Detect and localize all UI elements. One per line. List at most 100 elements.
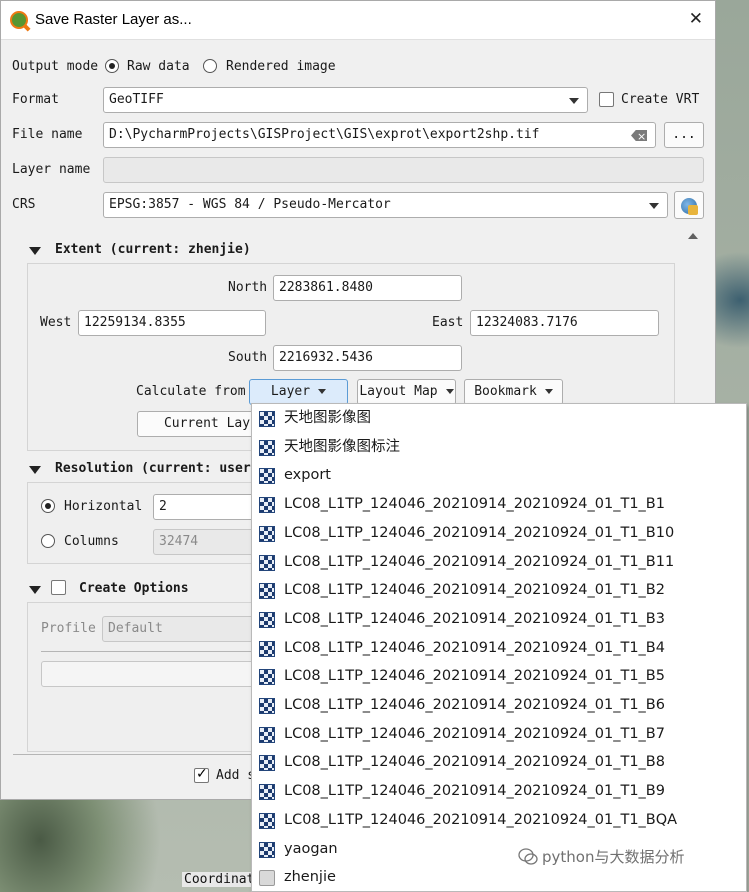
west-label: West <box>40 315 72 330</box>
menu-item[interactable]: export <box>252 461 746 490</box>
bookmark-button[interactable]: Bookmark <box>464 379 563 405</box>
menu-item[interactable]: LC08_L1TP_124046_20210914_20210924_01_T1… <box>252 806 746 835</box>
calculate-from-label: Calculate from <box>136 384 246 399</box>
menu-item[interactable]: LC08_L1TP_124046_20210914_20210924_01_T1… <box>252 576 746 605</box>
menu-item[interactable]: LC08_L1TP_124046_20210914_20210924_01_T1… <box>252 490 746 519</box>
divider <box>41 651 261 652</box>
crs-globe-icon <box>681 198 698 215</box>
close-button[interactable]: ✕ <box>689 9 703 29</box>
north-input[interactable]: 2283861.8480 <box>273 275 462 301</box>
clear-icon[interactable] <box>631 130 647 141</box>
horizontal-label: Horizontal <box>64 499 143 514</box>
mesh-icon <box>259 870 275 887</box>
menu-item[interactable]: 天地图影像图 <box>252 404 746 433</box>
watermark-text: python与大数据分析 <box>542 848 685 866</box>
file-name-value: D:\PycharmProjects\GISProject\GIS\exprot… <box>109 127 540 142</box>
create-vrt-label: Create VRT <box>621 92 700 107</box>
rendered-image-radio[interactable] <box>203 59 217 73</box>
qgis-logo-icon <box>10 11 28 29</box>
menu-item[interactable]: 天地图影像图标注 <box>252 433 746 462</box>
raster-icon <box>259 554 275 571</box>
browse-button[interactable]: ... <box>664 122 704 148</box>
menu-item-label: LC08_L1TP_124046_20210914_20210924_01_T1… <box>284 668 665 685</box>
menu-item[interactable]: LC08_L1TP_124046_20210914_20210924_01_T1… <box>252 777 746 806</box>
raster-icon <box>259 812 275 829</box>
add-to-project-label: Add s <box>216 768 256 783</box>
menu-item-label: yaogan <box>284 840 338 857</box>
layout-map-button[interactable]: Layout Map <box>357 379 456 405</box>
crs-combo[interactable]: EPSG:3857 - WGS 84 / Pseudo-Mercator <box>103 192 668 218</box>
menu-item-label: export <box>284 467 331 484</box>
menu-item-label: LC08_L1TP_124046_20210914_20210924_01_T1… <box>284 610 665 627</box>
create-options-title[interactable]: Create Options <box>79 581 189 596</box>
horizontal-radio[interactable] <box>41 499 55 513</box>
menu-item[interactable]: zhenjie <box>252 863 746 892</box>
menu-item[interactable]: LC08_L1TP_124046_20210914_20210924_01_T1… <box>252 605 746 634</box>
menu-item-label: LC08_L1TP_124046_20210914_20210924_01_T1… <box>284 783 665 800</box>
raster-icon <box>259 611 275 628</box>
menu-item-label: LC08_L1TP_124046_20210914_20210924_01_T1… <box>284 697 665 713</box>
menu-item-label: zhenjie <box>284 869 336 886</box>
east-label: East <box>432 315 464 330</box>
layer-dropdown-button[interactable]: Layer <box>249 379 348 405</box>
layer-name-label: Layer name <box>12 162 91 177</box>
bookmark-label: Bookmark <box>474 384 537 399</box>
menu-item[interactable]: LC08_L1TP_124046_20210914_20210924_01_T1… <box>252 548 746 577</box>
raw-data-radio[interactable] <box>105 59 119 73</box>
raster-icon <box>259 525 275 542</box>
collapse-triangle-icon[interactable] <box>29 586 41 594</box>
layer-name-input[interactable] <box>103 157 704 183</box>
collapse-triangle-icon[interactable] <box>29 466 41 474</box>
menu-item[interactable]: LC08_L1TP_124046_20210914_20210924_01_T1… <box>252 691 746 720</box>
output-mode-label: Output mode <box>12 59 99 74</box>
menu-item[interactable]: LC08_L1TP_124046_20210914_20210924_01_T1… <box>252 720 746 749</box>
menu-item-label: LC08_L1TP_124046_20210914_20210924_01_T1… <box>284 582 665 599</box>
raster-icon <box>259 841 275 858</box>
raster-icon <box>259 411 275 427</box>
raster-icon <box>259 784 275 801</box>
menu-item[interactable]: LC08_L1TP_124046_20210914_20210924_01_T1… <box>252 748 746 777</box>
profile-combo[interactable]: Default <box>102 616 262 642</box>
menu-item[interactable]: LC08_L1TP_124046_20210914_20210924_01_T1… <box>252 519 746 548</box>
menu-item[interactable]: LC08_L1TP_124046_20210914_20210924_01_T1… <box>252 662 746 691</box>
raster-icon <box>259 468 275 485</box>
east-input[interactable]: 12324083.7176 <box>470 310 659 336</box>
profile-label: Profile <box>41 621 96 636</box>
options-table <box>41 661 261 687</box>
raster-icon <box>259 669 275 686</box>
file-name-input[interactable]: D:\PycharmProjects\GISProject\GIS\exprot… <box>103 122 656 148</box>
format-value: GeoTIFF <box>109 92 164 107</box>
chevron-down-icon <box>544 389 553 394</box>
scroll-up-icon[interactable] <box>688 233 698 239</box>
menu-item-label: 天地图影像图 <box>284 410 371 426</box>
raster-icon <box>259 439 275 456</box>
wechat-icon <box>518 848 538 865</box>
rendered-image-label: Rendered image <box>226 59 336 74</box>
raw-data-label: Raw data <box>127 59 190 74</box>
columns-label: Columns <box>64 534 119 549</box>
create-options-checkbox[interactable] <box>51 580 66 595</box>
format-combo[interactable]: GeoTIFF <box>103 87 588 113</box>
menu-item-label: LC08_L1TP_124046_20210914_20210924_01_T1… <box>284 553 675 570</box>
chevron-down-icon <box>445 389 454 394</box>
crs-value: EPSG:3857 - WGS 84 / Pseudo-Mercator <box>109 197 391 212</box>
menu-item[interactable]: LC08_L1TP_124046_20210914_20210924_01_T1… <box>252 634 746 663</box>
crs-select-button[interactable] <box>674 191 704 219</box>
west-input[interactable]: 12259134.8355 <box>78 310 266 336</box>
create-vrt-checkbox[interactable] <box>599 92 614 107</box>
columns-radio[interactable] <box>41 534 55 548</box>
chevron-down-icon <box>318 389 327 394</box>
chevron-down-icon <box>649 203 659 209</box>
title-bar: Save Raster Layer as... ✕ <box>1 1 715 40</box>
collapse-triangle-icon[interactable] <box>29 247 41 255</box>
crs-label: CRS <box>12 197 36 212</box>
resolution-section-title[interactable]: Resolution (current: user <box>55 461 251 476</box>
raster-icon <box>259 497 275 514</box>
add-to-project-checkbox[interactable] <box>194 766 209 783</box>
south-input[interactable]: 2216932.5436 <box>273 345 462 371</box>
raster-icon <box>259 755 275 772</box>
extent-section-title[interactable]: Extent (current: zhenjie) <box>55 242 251 257</box>
north-label: North <box>228 280 268 295</box>
raster-icon <box>259 726 275 743</box>
window-title: Save Raster Layer as... <box>35 11 192 28</box>
